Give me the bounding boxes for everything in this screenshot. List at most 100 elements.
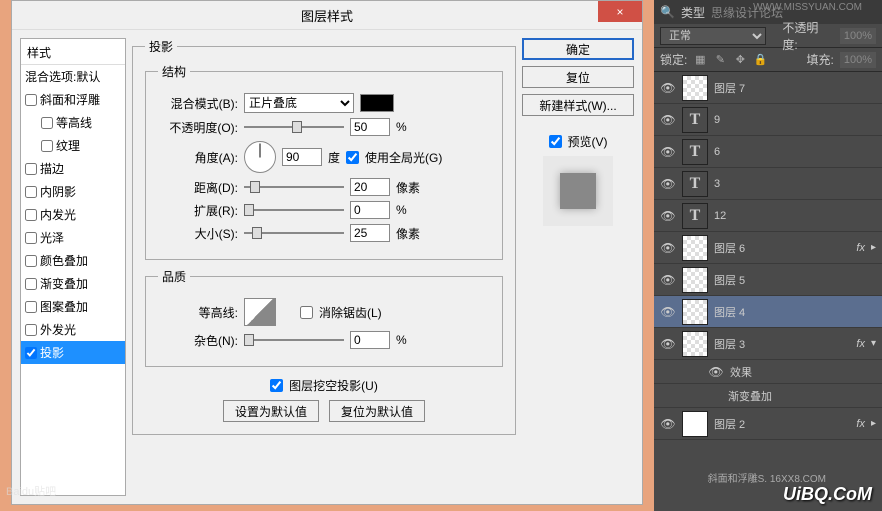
shadow-color-swatch[interactable] — [360, 94, 394, 112]
style-contour[interactable]: 等高线 — [21, 111, 125, 134]
layer-row[interactable]: 👁图层 3fx▾ — [654, 328, 882, 360]
layer-thumb[interactable] — [682, 75, 708, 101]
outer-glow-checkbox[interactable] — [25, 324, 37, 336]
pattern-overlay-checkbox[interactable] — [25, 301, 37, 313]
angle-dial[interactable] — [244, 141, 276, 173]
inner-shadow-checkbox[interactable] — [25, 186, 37, 198]
style-color-overlay[interactable]: 颜色叠加 — [21, 249, 125, 272]
fx-badge[interactable]: fx — [856, 242, 865, 254]
visibility-icon[interactable]: 👁 — [660, 208, 676, 224]
lock-all-icon[interactable]: 🔒 — [753, 53, 767, 67]
texture-checkbox[interactable] — [41, 140, 53, 152]
style-pattern-overlay[interactable]: 图案叠加 — [21, 295, 125, 318]
style-inner-glow[interactable]: 内发光 — [21, 203, 125, 226]
fill-value[interactable]: 100% — [840, 52, 876, 68]
antialias-checkbox[interactable] — [300, 306, 313, 319]
blend-mode-select[interactable]: 正片叠底 — [244, 93, 354, 113]
layer-row[interactable]: 👁图层 4 — [654, 296, 882, 328]
noise-input[interactable] — [350, 331, 390, 349]
search-icon[interactable]: 🔍 — [660, 5, 675, 19]
opacity-value-panel[interactable]: 100% — [840, 28, 876, 44]
styles-list: 样式 混合选项:默认 斜面和浮雕 等高线 纹理 描边 内阴影 内发光 光泽 颜色… — [20, 38, 126, 496]
visibility-icon[interactable]: 👁 — [660, 80, 676, 96]
style-texture[interactable]: 纹理 — [21, 134, 125, 157]
gradient-overlay-checkbox[interactable] — [25, 278, 37, 290]
close-button[interactable]: × — [598, 1, 642, 22]
style-bevel[interactable]: 斜面和浮雕 — [21, 88, 125, 111]
layer-row[interactable]: 👁图层 2fx▸ — [654, 408, 882, 440]
global-light-checkbox[interactable] — [346, 151, 359, 164]
layer-row[interactable]: 👁T9 — [654, 104, 882, 136]
text-layer-icon[interactable]: T — [682, 203, 708, 229]
layer-thumb[interactable] — [682, 331, 708, 357]
chevron-right-icon[interactable]: ▸ — [871, 418, 876, 429]
visibility-icon[interactable]: 👁 — [660, 144, 676, 160]
fx-badge[interactable]: fx — [856, 338, 865, 350]
layer-thumb[interactable] — [682, 299, 708, 325]
layer-row[interactable]: 👁T6 — [654, 136, 882, 168]
layer-thumb[interactable] — [682, 267, 708, 293]
bevel-checkbox[interactable] — [25, 94, 37, 106]
layer-thumb[interactable] — [682, 411, 708, 437]
contour-checkbox[interactable] — [41, 117, 53, 129]
layer-row[interactable]: 👁T12 — [654, 200, 882, 232]
text-layer-icon[interactable]: T — [682, 139, 708, 165]
stroke-checkbox[interactable] — [25, 163, 37, 175]
spread-input[interactable] — [350, 201, 390, 219]
lock-transparent-icon[interactable]: ▦ — [693, 53, 707, 67]
visibility-icon[interactable]: 👁 — [660, 112, 676, 128]
contour-picker[interactable] — [244, 298, 276, 326]
opacity-input[interactable] — [350, 118, 390, 136]
layer-thumb[interactable] — [682, 235, 708, 261]
visibility-icon[interactable]: 👁 — [660, 416, 676, 432]
distance-slider[interactable] — [244, 178, 344, 196]
make-default-button[interactable]: 设置为默认值 — [223, 400, 319, 422]
text-layer-icon[interactable]: T — [682, 107, 708, 133]
style-outer-glow[interactable]: 外发光 — [21, 318, 125, 341]
effects-row[interactable]: 👁效果 — [654, 360, 882, 384]
preview-checkbox[interactable] — [549, 135, 562, 148]
reset-default-button[interactable]: 复位为默认值 — [329, 400, 425, 422]
visibility-icon[interactable]: 👁 — [660, 336, 676, 352]
fx-badge[interactable]: fx — [856, 418, 865, 430]
visibility-icon[interactable]: 👁 — [660, 272, 676, 288]
style-inner-shadow[interactable]: 内阴影 — [21, 180, 125, 203]
lock-move-icon[interactable]: ✥ — [733, 53, 747, 67]
style-satin[interactable]: 光泽 — [21, 226, 125, 249]
layer-row[interactable]: 👁T3 — [654, 168, 882, 200]
color-overlay-checkbox[interactable] — [25, 255, 37, 267]
style-gradient-overlay[interactable]: 渐变叠加 — [21, 272, 125, 295]
text-layer-icon[interactable]: T — [682, 171, 708, 197]
blending-options[interactable]: 混合选项:默认 — [21, 65, 125, 88]
effect-item[interactable]: 渐变叠加 — [654, 384, 882, 408]
style-drop-shadow[interactable]: 投影 — [21, 341, 125, 364]
new-style-button[interactable]: 新建样式(W)... — [522, 94, 634, 116]
size-slider[interactable] — [244, 224, 344, 242]
satin-checkbox[interactable] — [25, 232, 37, 244]
chevron-right-icon[interactable]: ▸ — [871, 242, 876, 253]
chevron-down-icon[interactable]: ▾ — [871, 338, 876, 349]
styles-header[interactable]: 样式 — [21, 41, 125, 65]
layer-row[interactable]: 👁图层 7 — [654, 72, 882, 104]
distance-input[interactable] — [350, 178, 390, 196]
blend-mode-panel-select[interactable]: 正常 — [660, 27, 766, 45]
visibility-icon[interactable]: 👁 — [660, 176, 676, 192]
knockout-checkbox[interactable] — [270, 379, 283, 392]
opacity-slider[interactable] — [244, 118, 344, 136]
lock-brush-icon[interactable]: ✎ — [713, 53, 727, 67]
size-input[interactable] — [350, 224, 390, 242]
style-stroke[interactable]: 描边 — [21, 157, 125, 180]
layer-row[interactable]: 👁图层 5 — [654, 264, 882, 296]
spread-slider[interactable] — [244, 201, 344, 219]
layer-row[interactable]: 👁图层 6fx▸ — [654, 232, 882, 264]
visibility-icon[interactable]: 👁 — [660, 304, 676, 320]
ok-button[interactable]: 确定 — [522, 38, 634, 60]
drop-shadow-checkbox[interactable] — [25, 347, 37, 359]
inner-glow-checkbox[interactable] — [25, 209, 37, 221]
visibility-icon[interactable]: 👁 — [708, 364, 724, 380]
titlebar[interactable]: 图层样式 × — [12, 1, 642, 30]
noise-slider[interactable] — [244, 331, 344, 349]
visibility-icon[interactable]: 👁 — [660, 240, 676, 256]
angle-input[interactable] — [282, 148, 322, 166]
cancel-button[interactable]: 复位 — [522, 66, 634, 88]
